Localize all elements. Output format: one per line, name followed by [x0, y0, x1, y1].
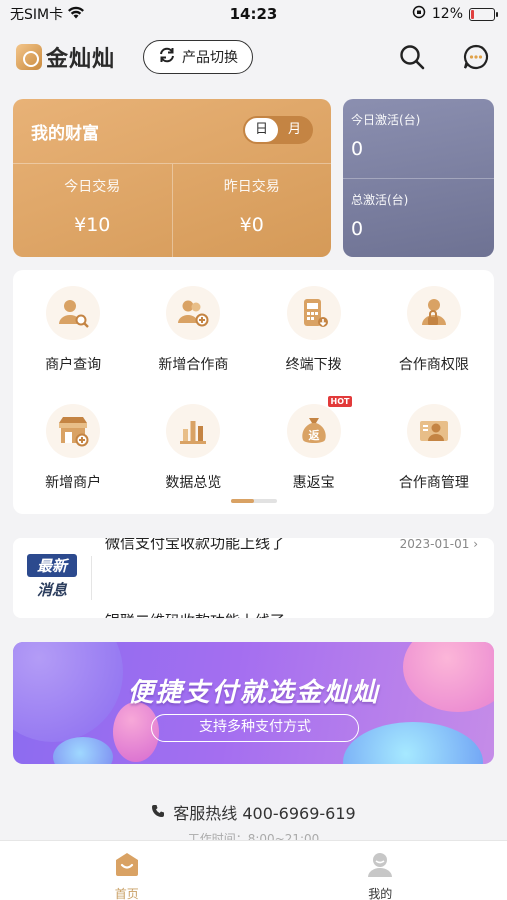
total-activation-value: 0: [351, 218, 364, 240]
chevron-right-icon: ›: [473, 538, 478, 551]
menu-label: 终端下拨: [285, 357, 342, 373]
message-icon[interactable]: [461, 42, 491, 72]
news-badge-top: 最新: [27, 554, 77, 577]
today-activation-value: 0: [351, 138, 364, 160]
menu-label: 新增商户: [45, 475, 102, 491]
user-icon: [366, 851, 394, 881]
bottom-tab-bar: 首页 我的: [0, 840, 507, 900]
activation-card: 今日激活(台) 0 总激活(台) 0: [343, 99, 494, 257]
banner-title: 便捷支付就选金灿灿: [127, 678, 380, 708]
menu-label: 合作商权限: [398, 357, 469, 373]
today-trade-label: 今日交易: [64, 179, 121, 195]
banner-subtitle: 支持多种支付方式: [151, 714, 359, 742]
orientation-lock-icon: [412, 5, 426, 23]
menu-page-indicator: [231, 499, 277, 503]
hotline-text: 客服热线 400-6969-619: [173, 804, 356, 823]
terminal-allocate-icon: [286, 286, 341, 340]
product-switch-button[interactable]: 产品切换: [143, 40, 254, 74]
merchant-search-icon: [46, 286, 101, 340]
hot-badge: HOT: [327, 396, 353, 407]
tab-home[interactable]: 首页: [0, 841, 254, 900]
phone-icon: [151, 803, 165, 822]
status-bar: 无SIM卡 14:23 12%: [0, 0, 507, 28]
home-icon: [113, 851, 141, 881]
menu-item-add-merchant[interactable]: 新增商户: [13, 404, 133, 522]
total-activation-label: 总激活(台): [351, 193, 409, 207]
menu-item-merchant-search[interactable]: 商户查询: [13, 286, 133, 404]
menu-label: 数据总览: [165, 475, 222, 491]
menu-item-data-overview[interactable]: 数据总览: [133, 404, 253, 522]
menu-label: 惠返宝: [292, 475, 335, 491]
menu-item-terminal-allocate[interactable]: 终端下拨: [254, 286, 374, 404]
service-hotline[interactable]: 客服热线 400-6969-619: [0, 800, 507, 824]
function-menu: 商户查询 新增合作商 终端下拨 合作商权限 新增商户 数据总览 HOT 返 惠返…: [13, 270, 494, 514]
menu-label: 新增合作商: [158, 357, 229, 373]
add-partner-icon: [166, 286, 221, 340]
menu-label: 商户查询: [45, 357, 102, 373]
today-trade-value: ¥10: [74, 214, 111, 236]
partner-manage-icon: [406, 404, 461, 458]
latest-news-badge: 最新 消息: [27, 554, 77, 602]
toggle-day[interactable]: 日: [245, 118, 278, 142]
tab-home-label: 首页: [114, 887, 139, 900]
tab-mine[interactable]: 我的: [254, 841, 507, 900]
wealth-card: 我的财富 日 月 今日交易 ¥10 昨日交易 ¥0: [13, 99, 331, 257]
yesterday-trade-label: 昨日交易: [223, 179, 280, 195]
menu-item-cashback[interactable]: HOT 返 惠返宝: [254, 396, 374, 522]
logo-text: 金灿灿: [46, 47, 116, 72]
news-date-text: 2023-01-01: [399, 538, 470, 551]
battery-percent: 12%: [431, 6, 463, 22]
data-overview-icon: [166, 404, 221, 458]
partner-permission-icon: [406, 286, 461, 340]
banner-bubble-decoration: [343, 722, 483, 764]
news-ticker[interactable]: 最新 消息 微信支付宝收款功能上线了 2023-01-01 › 银联二维码收款功…: [13, 538, 494, 618]
app-logo: 金灿灿: [16, 41, 115, 73]
product-switch-label: 产品切换: [182, 50, 239, 66]
promo-banner[interactable]: 便捷支付就选金灿灿 支持多种支付方式: [13, 642, 494, 764]
today-trade: 今日交易 ¥10: [13, 164, 172, 257]
news-item[interactable]: 银联二维码收款功能上线了: [105, 610, 285, 618]
menu-item-partner-permission[interactable]: 合作商权限: [374, 286, 494, 404]
battery-icon: [469, 7, 498, 21]
search-icon[interactable]: [397, 42, 427, 72]
svg-text:返: 返: [308, 428, 319, 442]
news-divider: [91, 556, 92, 600]
logo-mark-icon: [16, 44, 42, 70]
cashback-bag-icon: 返: [286, 404, 341, 458]
menu-item-add-partner[interactable]: 新增合作商: [133, 286, 253, 404]
day-month-toggle[interactable]: 日 月: [243, 116, 313, 144]
wifi-icon: [67, 6, 85, 23]
news-badge-bottom: 消息: [36, 581, 67, 599]
toggle-month[interactable]: 月: [278, 118, 311, 142]
tab-mine-label: 我的: [368, 887, 393, 900]
add-merchant-icon: [46, 404, 101, 458]
app-header: 金灿灿 产品切换: [0, 32, 507, 82]
carrier-label: 无SIM卡: [10, 7, 64, 23]
menu-label: 合作商管理: [398, 475, 469, 491]
wealth-title: 我的财富: [31, 124, 99, 144]
refresh-icon: [158, 47, 176, 67]
menu-item-partner-manage[interactable]: 合作商管理: [374, 404, 494, 522]
news-item[interactable]: 微信支付宝收款功能上线了: [105, 538, 285, 553]
yesterday-trade: 昨日交易 ¥0: [171, 164, 332, 257]
yesterday-trade-value: ¥0: [239, 214, 264, 236]
news-date: 2023-01-01 ›: [400, 538, 478, 551]
today-activation-label: 今日激活(台): [351, 113, 421, 127]
